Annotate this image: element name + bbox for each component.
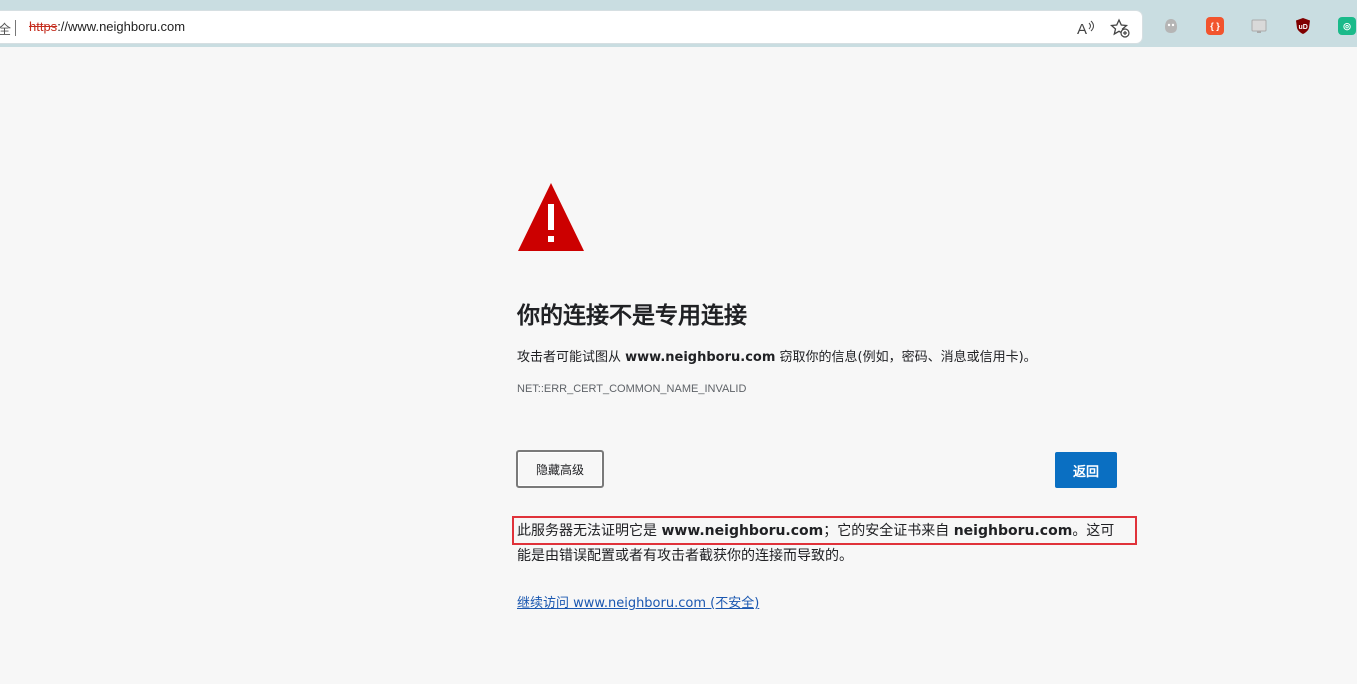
address-separator bbox=[15, 20, 16, 36]
page-title: 你的连接不是专用连接 bbox=[517, 303, 747, 329]
read-aloud-icon[interactable]: A bbox=[1074, 17, 1096, 39]
warning-description: 攻击者可能试图从 www.neighboru.com 窃取你的信息(例如，密码、… bbox=[517, 346, 1037, 365]
desc-prefix: 攻击者可能试图从 bbox=[517, 350, 626, 365]
error-code: NET::ERR_CERT_COMMON_NAME_INVALID bbox=[517, 383, 747, 395]
browser-toolbar: 全 https://www.neighboru.com A { } uD ◎ bbox=[0, 0, 1357, 47]
svg-text:uD: uD bbox=[1299, 24, 1308, 31]
tampermonkey-extension-icon[interactable]: ◎ bbox=[1338, 17, 1356, 35]
detail-text-2: ；它的安全证书来自 bbox=[823, 523, 954, 539]
translate-extension-icon[interactable] bbox=[1250, 17, 1268, 35]
warning-icon bbox=[518, 183, 584, 251]
add-favorite-icon[interactable] bbox=[1109, 17, 1131, 39]
detail-domain-2: neighboru.com bbox=[953, 523, 1073, 539]
url-text[interactable]: https://www.neighboru.com bbox=[29, 19, 185, 34]
detail-domain-1: www.neighboru.com bbox=[661, 523, 824, 539]
ublock-extension-icon[interactable]: uD bbox=[1294, 17, 1312, 35]
desc-domain: www.neighboru.com bbox=[625, 350, 776, 365]
site-info-label[interactable]: 全 bbox=[0, 19, 11, 38]
advanced-details: 此服务器无法证明它是 www.neighboru.com；它的安全证书来自 ne… bbox=[517, 519, 1127, 569]
proceed-unsafe-link[interactable]: 继续访问 www.neighboru.com (不安全) bbox=[517, 592, 759, 611]
json-viewer-extension-icon[interactable]: { } bbox=[1206, 17, 1224, 35]
detail-text-1: 此服务器无法证明它是 bbox=[517, 523, 662, 539]
address-bar[interactable]: 全 https://www.neighboru.com A bbox=[0, 11, 1142, 43]
back-button[interactable]: 返回 bbox=[1055, 452, 1117, 488]
url-scheme: https bbox=[29, 19, 58, 34]
ghostery-extension-icon[interactable] bbox=[1162, 17, 1180, 35]
read-aloud-glyph: A bbox=[1077, 21, 1087, 37]
desc-suffix: 窃取你的信息(例如，密码、消息或信用卡)。 bbox=[775, 350, 1037, 365]
url-host: ://www.neighboru.com bbox=[57, 19, 186, 34]
hide-advanced-button[interactable]: 隐藏高级 bbox=[516, 450, 604, 488]
